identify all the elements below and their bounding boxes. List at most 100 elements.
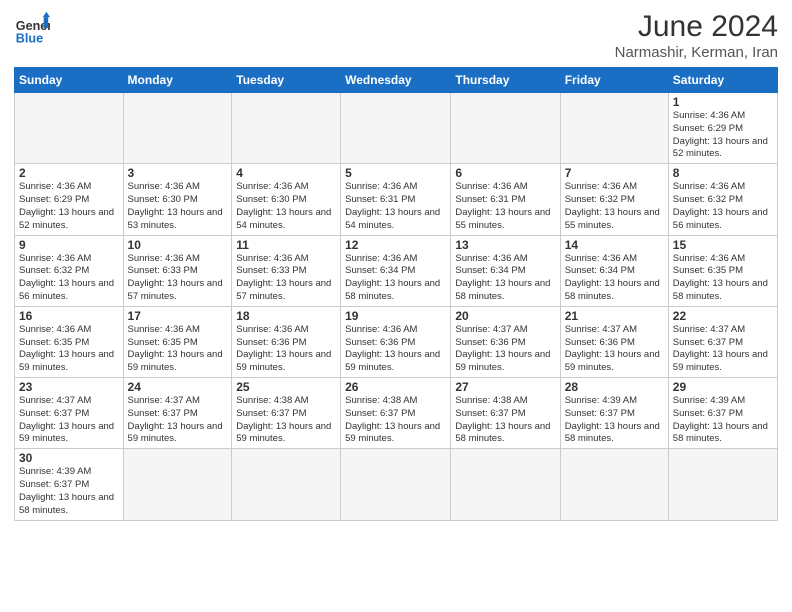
header: General Blue June 2024 Narmashir, Kerman… bbox=[14, 10, 778, 61]
day-info: Sunrise: 4:36 AM Sunset: 6:36 PM Dayligh… bbox=[345, 324, 446, 375]
calendar-cell: 3Sunrise: 4:36 AM Sunset: 6:30 PM Daylig… bbox=[123, 164, 232, 235]
weekday-row: Sunday Monday Tuesday Wednesday Thursday… bbox=[15, 68, 778, 93]
calendar-cell: 4Sunrise: 4:36 AM Sunset: 6:30 PM Daylig… bbox=[232, 164, 341, 235]
svg-text:Blue: Blue bbox=[16, 31, 43, 45]
header-thursday: Thursday bbox=[451, 68, 560, 93]
day-info: Sunrise: 4:36 AM Sunset: 6:30 PM Dayligh… bbox=[236, 181, 336, 232]
calendar-subtitle: Narmashir, Kerman, Iran bbox=[615, 44, 778, 61]
day-number: 19 bbox=[345, 309, 446, 323]
logo-icon: General Blue bbox=[14, 10, 50, 46]
day-number: 9 bbox=[19, 238, 119, 252]
day-info: Sunrise: 4:36 AM Sunset: 6:33 PM Dayligh… bbox=[128, 253, 228, 304]
day-number: 12 bbox=[345, 238, 446, 252]
calendar-week-1: 2Sunrise: 4:36 AM Sunset: 6:29 PM Daylig… bbox=[15, 164, 778, 235]
calendar-cell: 20Sunrise: 4:37 AM Sunset: 6:36 PM Dayli… bbox=[451, 306, 560, 377]
calendar-cell: 26Sunrise: 4:38 AM Sunset: 6:37 PM Dayli… bbox=[341, 378, 451, 449]
calendar-cell: 17Sunrise: 4:36 AM Sunset: 6:35 PM Dayli… bbox=[123, 306, 232, 377]
day-number: 11 bbox=[236, 238, 336, 252]
header-wednesday: Wednesday bbox=[341, 68, 451, 93]
day-info: Sunrise: 4:38 AM Sunset: 6:37 PM Dayligh… bbox=[236, 395, 336, 446]
calendar-cell bbox=[560, 93, 668, 164]
day-info: Sunrise: 4:37 AM Sunset: 6:37 PM Dayligh… bbox=[19, 395, 119, 446]
day-info: Sunrise: 4:36 AM Sunset: 6:32 PM Dayligh… bbox=[19, 253, 119, 304]
header-tuesday: Tuesday bbox=[232, 68, 341, 93]
calendar-cell: 16Sunrise: 4:36 AM Sunset: 6:35 PM Dayli… bbox=[15, 306, 124, 377]
day-number: 14 bbox=[565, 238, 664, 252]
day-number: 13 bbox=[455, 238, 555, 252]
day-info: Sunrise: 4:36 AM Sunset: 6:34 PM Dayligh… bbox=[455, 253, 555, 304]
day-info: Sunrise: 4:36 AM Sunset: 6:35 PM Dayligh… bbox=[673, 253, 773, 304]
calendar-cell: 27Sunrise: 4:38 AM Sunset: 6:37 PM Dayli… bbox=[451, 378, 560, 449]
day-number: 24 bbox=[128, 380, 228, 394]
calendar-week-5: 30Sunrise: 4:39 AM Sunset: 6:37 PM Dayli… bbox=[15, 449, 778, 520]
calendar-week-2: 9Sunrise: 4:36 AM Sunset: 6:32 PM Daylig… bbox=[15, 235, 778, 306]
day-number: 17 bbox=[128, 309, 228, 323]
calendar-cell: 1Sunrise: 4:36 AM Sunset: 6:29 PM Daylig… bbox=[668, 93, 777, 164]
calendar-week-3: 16 Sunrise: 4:36 AM Sunset: 6:35 PM Dayli… bbox=[15, 306, 778, 377]
day-number: 8 bbox=[673, 166, 773, 180]
header-saturday: Saturday bbox=[668, 68, 777, 93]
day-number: 10 bbox=[128, 238, 228, 252]
day-info: Sunrise: 4:37 AM Sunset: 6:36 PM Dayligh… bbox=[455, 324, 555, 375]
day-info: Sunrise: 4:36 AM Sunset: 6:29 PM Dayligh… bbox=[19, 181, 119, 232]
calendar-cell bbox=[123, 449, 232, 520]
day-info: Sunrise: 4:36 AM Sunset: 6:30 PM Dayligh… bbox=[128, 181, 228, 232]
calendar-cell: 11Sunrise: 4:36 AM Sunset: 6:33 PM Dayli… bbox=[232, 235, 341, 306]
header-sunday: Sunday bbox=[15, 68, 124, 93]
calendar-cell bbox=[232, 93, 341, 164]
calendar-cell: 14Sunrise: 4:36 AM Sunset: 6:34 PM Dayli… bbox=[560, 235, 668, 306]
day-info: Sunrise: 4:39 AM Sunset: 6:37 PM Dayligh… bbox=[565, 395, 664, 446]
calendar-cell bbox=[15, 93, 124, 164]
calendar-cell: 13Sunrise: 4:36 AM Sunset: 6:34 PM Dayli… bbox=[451, 235, 560, 306]
calendar-cell: 10Sunrise: 4:36 AM Sunset: 6:33 PM Dayli… bbox=[123, 235, 232, 306]
day-number: 18 bbox=[236, 309, 336, 323]
day-info: Sunrise: 4:38 AM Sunset: 6:37 PM Dayligh… bbox=[455, 395, 555, 446]
calendar-header: Sunday Monday Tuesday Wednesday Thursday… bbox=[15, 68, 778, 93]
day-number: 22 bbox=[673, 309, 773, 323]
day-number: 15 bbox=[673, 238, 773, 252]
day-info: Sunrise: 4:36 AM Sunset: 6:32 PM Dayligh… bbox=[565, 181, 664, 232]
day-info: Sunrise: 4:36 AM Sunset: 6:34 PM Dayligh… bbox=[345, 253, 446, 304]
calendar-cell bbox=[668, 449, 777, 520]
calendar-cell bbox=[451, 449, 560, 520]
calendar-cell bbox=[341, 449, 451, 520]
calendar-cell: 28Sunrise: 4:39 AM Sunset: 6:37 PM Dayli… bbox=[560, 378, 668, 449]
day-info: Sunrise: 4:39 AM Sunset: 6:37 PM Dayligh… bbox=[673, 395, 773, 446]
calendar-title: June 2024 bbox=[615, 10, 778, 44]
calendar-cell: 21Sunrise: 4:37 AM Sunset: 6:36 PM Dayli… bbox=[560, 306, 668, 377]
day-number: 16 bbox=[19, 309, 119, 323]
calendar-cell: 30Sunrise: 4:39 AM Sunset: 6:37 PM Dayli… bbox=[15, 449, 124, 520]
calendar-cell: 23Sunrise: 4:37 AM Sunset: 6:37 PM Dayli… bbox=[15, 378, 124, 449]
calendar-cell: 24Sunrise: 4:37 AM Sunset: 6:37 PM Dayli… bbox=[123, 378, 232, 449]
day-number: 3 bbox=[128, 166, 228, 180]
calendar-cell: 19Sunrise: 4:36 AM Sunset: 6:36 PM Dayli… bbox=[341, 306, 451, 377]
calendar-week-4: 23Sunrise: 4:37 AM Sunset: 6:37 PM Dayli… bbox=[15, 378, 778, 449]
day-info: Sunrise: 4:37 AM Sunset: 6:37 PM Dayligh… bbox=[673, 324, 773, 375]
header-monday: Monday bbox=[123, 68, 232, 93]
day-info: Sunrise: 4:38 AM Sunset: 6:37 PM Dayligh… bbox=[345, 395, 446, 446]
day-number: 21 bbox=[565, 309, 664, 323]
calendar-cell: 2Sunrise: 4:36 AM Sunset: 6:29 PM Daylig… bbox=[15, 164, 124, 235]
page: General Blue June 2024 Narmashir, Kerman… bbox=[0, 0, 792, 531]
calendar-cell: 15Sunrise: 4:36 AM Sunset: 6:35 PM Dayli… bbox=[668, 235, 777, 306]
day-info: Sunrise: 4:39 AM Sunset: 6:37 PM Dayligh… bbox=[19, 466, 119, 517]
calendar-cell bbox=[341, 93, 451, 164]
day-number: 7 bbox=[565, 166, 664, 180]
day-number: 28 bbox=[565, 380, 664, 394]
calendar-cell: 12Sunrise: 4:36 AM Sunset: 6:34 PM Dayli… bbox=[341, 235, 451, 306]
day-info: Sunrise: 4:36 AM Sunset: 6:32 PM Dayligh… bbox=[673, 181, 773, 232]
day-number: 25 bbox=[236, 380, 336, 394]
day-number: 20 bbox=[455, 309, 555, 323]
day-number: 26 bbox=[345, 380, 446, 394]
day-number: 2 bbox=[19, 166, 119, 180]
day-number: 23 bbox=[19, 380, 119, 394]
calendar-week-0: 1Sunrise: 4:36 AM Sunset: 6:29 PM Daylig… bbox=[15, 93, 778, 164]
calendar-body: 1Sunrise: 4:36 AM Sunset: 6:29 PM Daylig… bbox=[15, 93, 778, 521]
day-number: 30 bbox=[19, 451, 119, 465]
calendar-cell: 5Sunrise: 4:36 AM Sunset: 6:31 PM Daylig… bbox=[341, 164, 451, 235]
day-info: Sunrise: 4:36 AM Sunset: 6:35 PM Dayligh… bbox=[128, 324, 228, 375]
day-info: Sunrise: 4:36 AM Sunset: 6:29 PM Dayligh… bbox=[673, 110, 773, 161]
day-info: Sunrise: 4:37 AM Sunset: 6:36 PM Dayligh… bbox=[565, 324, 664, 375]
day-info: Sunrise: 4:37 AM Sunset: 6:37 PM Dayligh… bbox=[128, 395, 228, 446]
calendar-cell: 25Sunrise: 4:38 AM Sunset: 6:37 PM Dayli… bbox=[232, 378, 341, 449]
